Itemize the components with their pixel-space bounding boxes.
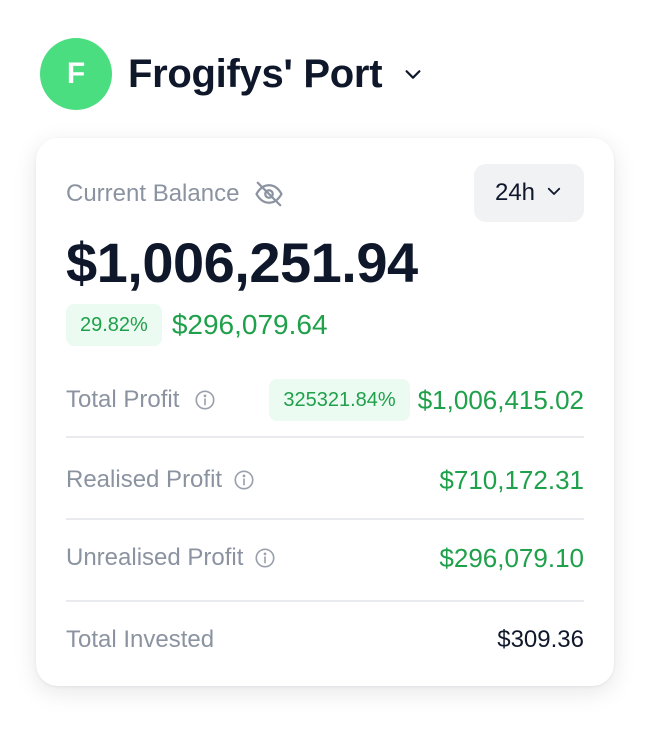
total-profit-label: Total Profit <box>66 386 180 413</box>
realised-profit-row: Realised Profit $710,172.31 <box>66 458 584 502</box>
chevron-down-icon <box>545 182 563 205</box>
realised-profit-value: $710,172.31 <box>439 464 584 495</box>
total-invested-label: Total Invested <box>66 626 215 653</box>
divider <box>66 600 584 602</box>
total-invested-value: $309.36 <box>497 626 584 653</box>
unrealised-profit-row: Unrealised Profit $296,079.10 <box>66 536 584 580</box>
current-balance-value: $1,006,251.94 <box>66 231 418 294</box>
unrealised-profit-label: Unrealised Profit <box>66 544 244 571</box>
avatar: F <box>40 38 112 110</box>
avatar-letter: F <box>66 57 86 90</box>
eye-off-icon[interactable] <box>253 178 285 210</box>
period-selected: 24h <box>494 179 536 206</box>
realised-profit-label: Realised Profit <box>66 466 223 493</box>
current-balance-label: Current Balance <box>66 180 240 207</box>
change-percent-badge: 29.82% <box>66 304 162 346</box>
info-icon[interactable] <box>193 388 217 412</box>
divider <box>66 518 584 520</box>
info-icon[interactable] <box>253 546 277 570</box>
info-icon[interactable] <box>232 468 256 492</box>
divider <box>66 436 584 438</box>
balance-change-row: 29.82% $296,079.64 <box>66 304 328 346</box>
period-select[interactable]: 24h <box>474 164 584 222</box>
portfolio-header: F Frogifys' Port <box>40 38 426 110</box>
total-profit-percent-badge: 325321.84% <box>269 379 410 421</box>
change-amount: $296,079.64 <box>171 309 328 340</box>
total-profit-row: Total Profit 325321.84% $1,006,415.02 <box>66 378 584 422</box>
balance-label-row: Current Balance <box>66 178 285 210</box>
total-profit-value: $1,006,415.02 <box>417 384 584 415</box>
portfolio-title[interactable]: Frogifys' Port <box>128 52 383 97</box>
total-invested-row: Total Invested $309.36 <box>66 618 584 662</box>
balance-card: Current Balance 24h $1,006,251.94 29.82%… <box>36 138 614 686</box>
unrealised-profit-value: $296,079.10 <box>439 542 584 573</box>
chevron-down-icon[interactable] <box>400 61 426 87</box>
